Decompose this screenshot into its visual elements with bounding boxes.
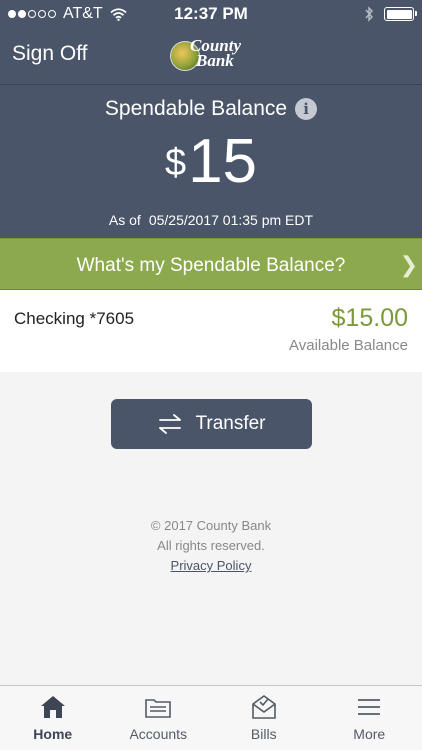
status-time: 12:37 PM (174, 4, 248, 23)
chevron-right-icon: ❯ (399, 252, 418, 277)
transfer-button[interactable]: Transfer (111, 399, 312, 449)
tab-bills[interactable]: Bills (211, 686, 317, 750)
balance-title-row: Spendable Balance i (0, 97, 422, 121)
balance-currency: $ (164, 142, 187, 184)
privacy-policy-link[interactable]: Privacy Policy (171, 558, 252, 573)
tab-more[interactable]: More (317, 686, 422, 750)
privacy-policy-row: Privacy Policy (0, 558, 422, 573)
balance-panel: Spendable Balance i $ 15 As of 05/25/2017… (0, 85, 422, 238)
envelope-icon (251, 695, 276, 719)
info-icon[interactable]: i (295, 98, 318, 120)
info-bar-label: What's my Spendable Balance? (76, 255, 346, 276)
account-name: Checking *7605 (14, 309, 135, 328)
tab-home-label: Home (33, 726, 73, 742)
home-icon (40, 696, 65, 718)
logo-text: County Bank (190, 37, 241, 70)
menu-icon (358, 699, 381, 715)
spendable-balance-info-button[interactable]: What's my Spendable Balance? ❯ (0, 238, 422, 290)
copyright-text: © 2017 County Bank (150, 518, 272, 533)
tab-accounts-label: Accounts (129, 726, 188, 742)
battery-icon (384, 7, 417, 21)
tab-bar: Home Accounts Bills More (0, 685, 422, 750)
tab-more-label: More (353, 726, 386, 742)
account-amount: $15.00 (331, 304, 408, 332)
balance-value: 15 (188, 127, 258, 196)
status-right (364, 6, 417, 22)
folder-icon (145, 699, 172, 718)
balance-title: Spendable Balance (104, 97, 288, 120)
transfer-arrows-icon (159, 414, 182, 434)
county-bank-logo: County Bank (170, 37, 260, 74)
sign-off-button[interactable]: Sign Off (12, 42, 88, 66)
account-available-label: Available Balance (289, 337, 408, 354)
balance-amount: $ 15 (0, 127, 422, 197)
bluetooth-icon (365, 6, 373, 22)
balance-as-of: As of 05/25/2017 01:35 pm EDT (0, 212, 422, 228)
rights-text: All rights reserved. (157, 538, 265, 553)
balance-timestamp: 05/25/2017 01:35 pm EDT (148, 212, 314, 228)
tab-home[interactable]: Home (0, 686, 106, 750)
account-row-checking[interactable]: Checking *7605 $15.00 Available Balance (0, 290, 422, 372)
logo-line-2: Bank (196, 51, 234, 70)
tab-bills-label: Bills (250, 726, 277, 742)
transfer-label: Transfer (195, 413, 266, 434)
as-of-label: As of (108, 212, 141, 228)
tab-accounts[interactable]: Accounts (106, 686, 212, 750)
status-bar: AT&T 12:37 PM (0, 0, 422, 28)
nav-bar: Sign Off County Bank (0, 28, 422, 85)
